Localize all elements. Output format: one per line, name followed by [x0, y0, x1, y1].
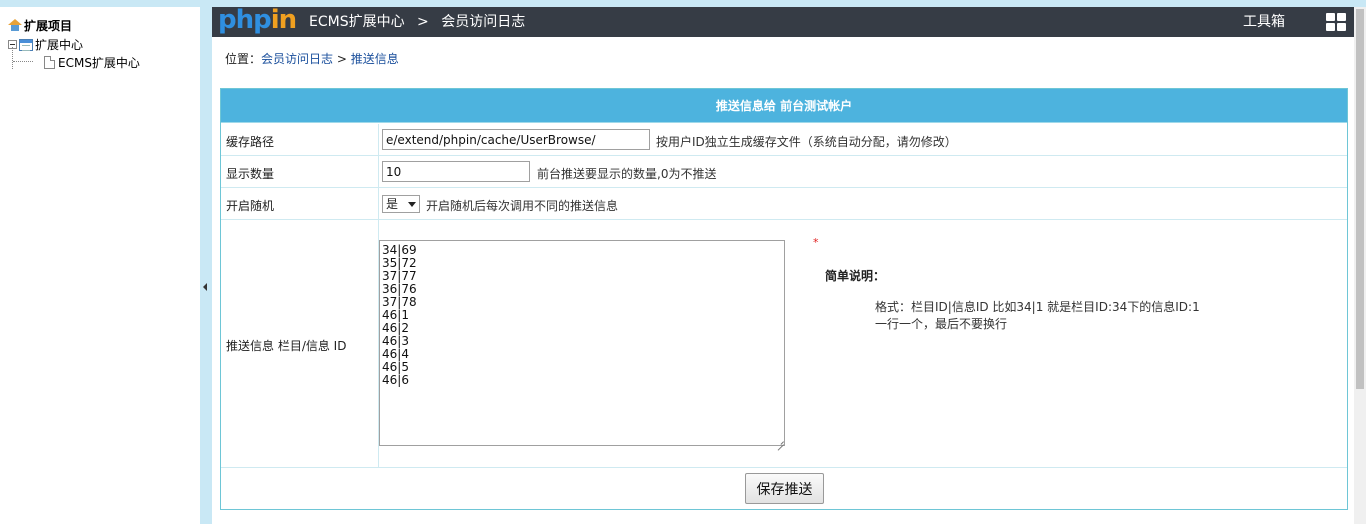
- header-title-app: ECMS扩展中心: [309, 14, 405, 30]
- random-hint: 开启随机后每次调用不同的推送信息: [426, 199, 619, 213]
- display-count-label: 显示数量: [226, 167, 275, 181]
- header-title-separator: >: [417, 14, 429, 30]
- cache-path-hint: 按用户ID独立生成缓存文件（系统自动分配，请勿修改）: [656, 135, 957, 149]
- tree-node-label: 扩展中心: [35, 38, 84, 52]
- breadcrumb-link-push-info[interactable]: 推送信息: [351, 52, 399, 66]
- random-select-value: 是: [386, 197, 399, 211]
- row-push-info: 推送信息 栏目/信息 ID 34|69 35|72 37|77 36|76 37…: [221, 220, 1347, 468]
- dropdown-arrow-icon: [408, 202, 416, 207]
- collapse-left-icon[interactable]: [203, 283, 207, 291]
- tree-connector: [13, 61, 33, 62]
- document-icon: [44, 56, 55, 69]
- grid-menu-icon[interactable]: [1326, 13, 1346, 31]
- window-icon: [19, 38, 33, 51]
- display-count-input[interactable]: [382, 161, 530, 182]
- push-info-textarea[interactable]: 34|69 35|72 37|77 36|76 37|78 46|1 46|2 …: [379, 240, 785, 446]
- header-title: ECMS扩展中心 > 会员访问日志: [309, 7, 525, 37]
- desc-line-rule: 一行一个，最后不要换行: [875, 317, 1008, 331]
- tree-root-label: 扩展项目: [24, 19, 73, 33]
- desc-title: 简单说明：: [825, 269, 886, 283]
- save-push-button[interactable]: 保存推送: [745, 473, 824, 504]
- tree-node-extension-center[interactable]: 扩展中心: [8, 36, 83, 53]
- top-strip: [0, 0, 1366, 7]
- breadcrumb-link-visit-log[interactable]: 会员访问日志: [261, 52, 333, 66]
- breadcrumb-prefix: 位置：: [225, 52, 262, 66]
- row-random: 开启随机 是 开启随机后每次调用不同的推送信息: [221, 188, 1347, 220]
- desc-line-format: 格式：栏目ID|信息ID 比如34|1 就是栏目ID:34下的信息ID:1: [875, 300, 1200, 314]
- toolbox-link[interactable]: 工具箱: [1243, 7, 1285, 37]
- random-select[interactable]: 是: [382, 195, 420, 213]
- random-label: 开启随机: [226, 199, 275, 213]
- row-cache-path: 缓存路径 按用户ID独立生成缓存文件（系统自动分配，请勿修改）: [221, 124, 1347, 156]
- tree-connector: [12, 47, 13, 69]
- home-icon: [8, 19, 22, 32]
- scrollbar-thumb[interactable]: [1356, 9, 1364, 389]
- form-title: 推送信息给 前台测试帐户: [221, 89, 1347, 123]
- cache-path-input[interactable]: [382, 129, 650, 150]
- breadcrumb: 位置：会员访问日志 > 推送信息: [225, 50, 399, 67]
- push-info-form: 推送信息给 前台测试帐户 缓存路径 按用户ID独立生成缓存文件（系统自动分配，请…: [220, 88, 1348, 510]
- row-display-count: 显示数量 前台推送要显示的数量,0为不推送: [221, 156, 1347, 188]
- cache-path-label: 缓存路径: [226, 135, 275, 149]
- display-count-hint: 前台推送要显示的数量,0为不推送: [537, 167, 717, 181]
- header-bar: phpin ECMS扩展中心 > 会员访问日志 工具箱: [212, 5, 1354, 37]
- resize-grip-icon[interactable]: [776, 437, 784, 445]
- panel-splitter[interactable]: [200, 7, 212, 524]
- tree-root[interactable]: 扩展项目: [8, 17, 72, 34]
- tree-node-ecms-extension-center[interactable]: ECMS扩展中心: [44, 54, 140, 71]
- header-title-module: 会员访问日志: [441, 14, 526, 30]
- push-info-label: 推送信息 栏目/信息 ID: [226, 339, 347, 353]
- tree-node-label: ECMS扩展中心: [58, 56, 140, 70]
- required-mark: *: [813, 236, 819, 249]
- sidebar-tree: 扩展项目 扩展中心 ECMS扩展中心: [0, 7, 200, 524]
- breadcrumb-separator: >: [333, 52, 351, 66]
- phpin-logo[interactable]: phpin: [218, 5, 297, 35]
- vertical-scrollbar[interactable]: [1354, 7, 1366, 524]
